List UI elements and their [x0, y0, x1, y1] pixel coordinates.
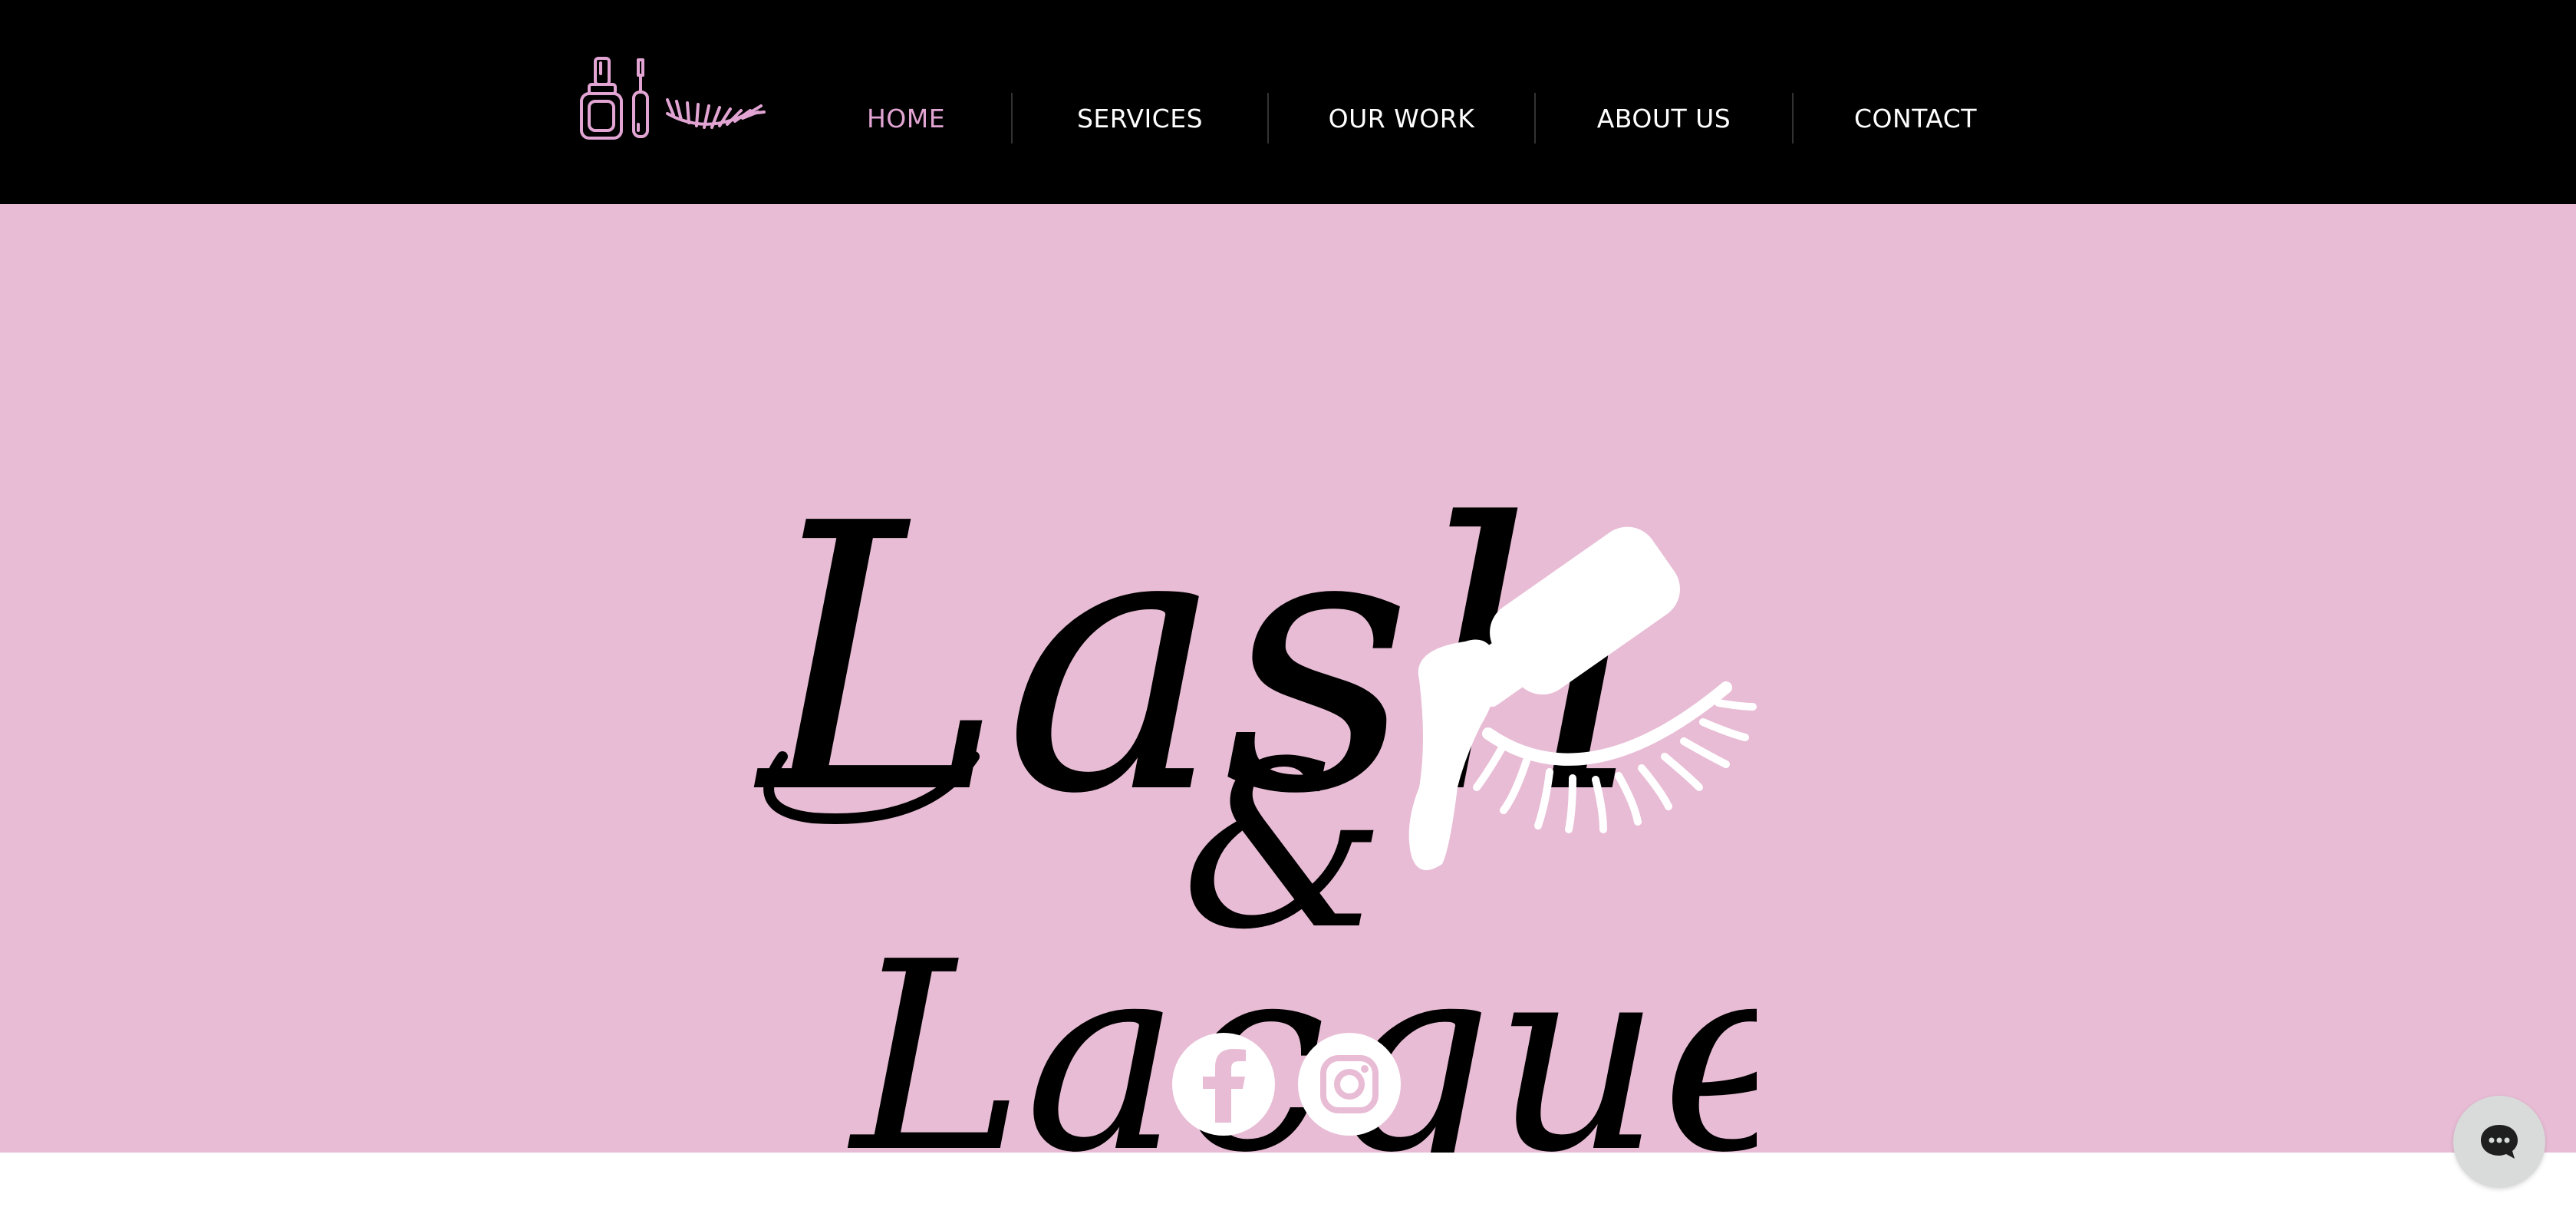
- chat-button[interactable]: [2453, 1096, 2545, 1188]
- site-header: HOME SERVICES OUR WORK ABOUT US CONTACT: [0, 0, 2576, 204]
- instagram-link[interactable]: [1298, 1033, 1401, 1136]
- facebook-icon: [1203, 1049, 1246, 1123]
- site-logo[interactable]: [577, 54, 769, 143]
- footer-strip: [0, 1153, 2576, 1217]
- nav-about-us[interactable]: ABOUT US: [1536, 92, 1792, 144]
- nav-contact[interactable]: CONTACT: [1794, 92, 2037, 144]
- page: HOME SERVICES OUR WORK ABOUT US CONTACT …: [0, 0, 2576, 1217]
- nail-polish-and-eyelash-icon: [580, 57, 766, 140]
- nav-home[interactable]: HOME: [801, 92, 1011, 144]
- nav-services[interactable]: SERVICES: [1013, 92, 1267, 144]
- social-links: [1172, 1033, 1401, 1136]
- instagram-icon: [1320, 1055, 1379, 1113]
- main-nav: HOME SERVICES OUR WORK ABOUT US CONTACT: [801, 92, 2037, 144]
- facebook-link[interactable]: [1172, 1033, 1275, 1136]
- hero-section: Lash & Lacquer: [0, 204, 2576, 1153]
- brand-logo: Lash & Lacquer: [754, 446, 1757, 1153]
- chat-bubble-icon: [2481, 1125, 2518, 1159]
- nav-our-work[interactable]: OUR WORK: [1269, 92, 1534, 144]
